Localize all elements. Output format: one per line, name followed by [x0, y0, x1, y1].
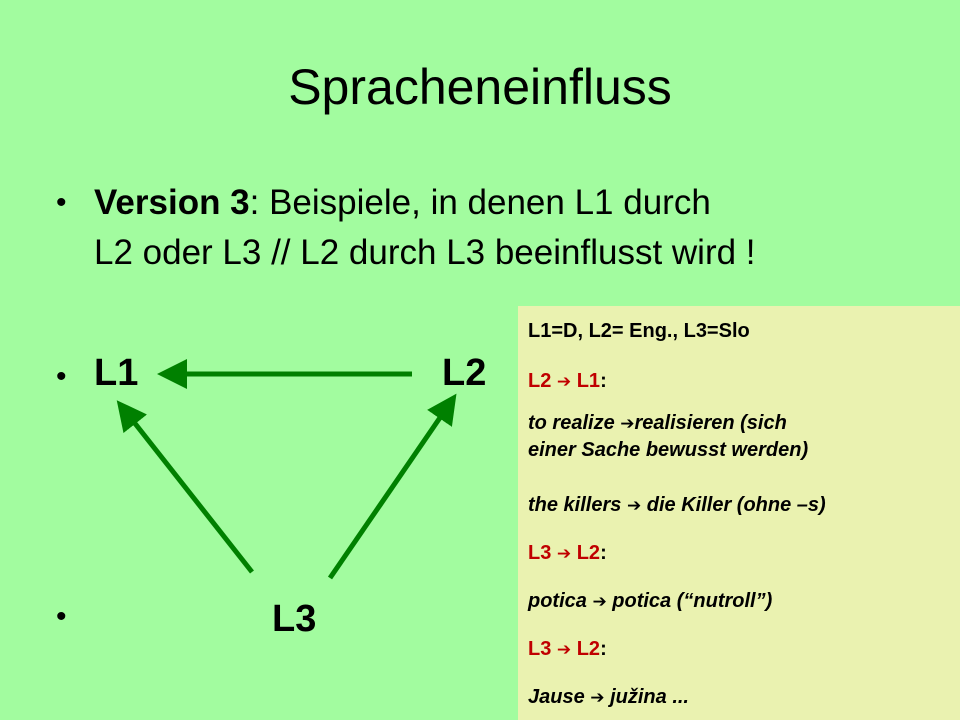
colon: :	[600, 638, 607, 660]
colon: :	[600, 542, 607, 564]
example-potica: potica ➔ potica (“nutroll”)	[528, 588, 948, 615]
section-l3-l2-second: L3 ➔ L2:	[528, 636, 948, 663]
lang-from: L2	[528, 370, 552, 392]
example-a: potica	[528, 590, 587, 612]
example-killers: the killers ➔ die Killer (ohne –s)	[528, 492, 948, 519]
arrow-l3-to-l1	[116, 400, 254, 574]
section-l3-l2: L3 ➔ L2:	[528, 540, 948, 567]
example-a: Jause	[528, 686, 585, 708]
lang-to: L2	[576, 542, 601, 564]
example-en: the killers	[528, 494, 622, 516]
lang-to: L2	[576, 638, 601, 660]
lang-to: L1	[576, 370, 601, 392]
example-en: to realize	[528, 412, 615, 434]
arrow-right-icon: ➔	[590, 688, 605, 707]
example-jause: Jause ➔ južina ...	[528, 684, 948, 711]
example-b: južina ...	[610, 686, 689, 708]
lang-from: L3	[528, 542, 552, 564]
arrow-right-icon: ➔	[556, 372, 572, 391]
lang-from: L3	[528, 638, 552, 660]
arrow-right-icon: ➔	[556, 640, 572, 659]
section-l2-l1: L2 ➔ L1:	[528, 368, 948, 395]
arrow-l3-to-l2	[327, 393, 457, 580]
example-de-cont: einer Sache bewusst werden)	[528, 439, 809, 461]
arrow-right-icon: ➔	[620, 414, 635, 433]
example-de: realisieren (sich	[634, 412, 787, 434]
colon: :	[600, 370, 607, 392]
example-b: potica (“nutroll”)	[612, 590, 773, 612]
arrow-right-icon: ➔	[592, 592, 607, 611]
arrow-right-icon: ➔	[626, 496, 642, 515]
example-de: die Killer (ohne –s)	[646, 494, 826, 516]
box-header: L1=D, L2= Eng., L3=Slo	[528, 320, 750, 342]
arrow-right-icon: ➔	[556, 544, 572, 563]
examples-box: L1=D, L2= Eng., L3=Slo L2 ➔ L1: to reali…	[518, 306, 960, 720]
example-realize: to realize ➔realisieren (sich einer Sach…	[528, 410, 948, 463]
